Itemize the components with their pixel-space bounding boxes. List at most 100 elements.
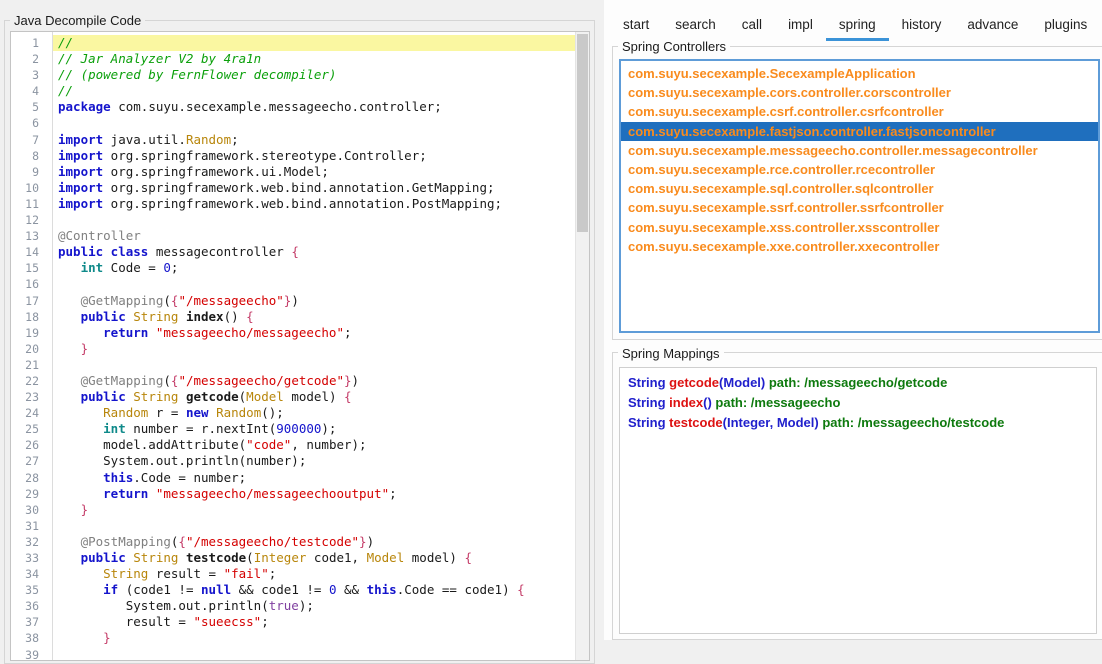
controller-list-item[interactable]: com.suyu.secexample.ssrf.controller.ssrf… [621, 198, 1098, 217]
mapping-list-item[interactable]: String index() path: /messageecho [620, 393, 1096, 413]
line-number: 8 [32, 148, 39, 163]
code-line-text: } [80, 501, 89, 517]
gutter-separator [52, 32, 53, 660]
line-number: 9 [32, 164, 39, 179]
code-line[interactable]: 37 result = "sueecss"; [11, 614, 575, 630]
tab-advance[interactable]: advance [954, 7, 1031, 41]
code-line[interactable]: 13 @Controller [11, 228, 575, 244]
code-line[interactable]: 3 // (powered by FernFlower decompiler) [11, 67, 575, 83]
code-line[interactable]: 12 [11, 212, 575, 228]
code-line[interactable]: 7 import java.util.Random; [11, 132, 575, 148]
line-number: 32 [25, 534, 39, 549]
code-line[interactable]: 15 int Code = 0; [11, 260, 575, 276]
code-line[interactable]: 33 public String testcode(Integer code1,… [11, 550, 575, 566]
code-line-text: int number = r.nextInt(900000); [103, 421, 337, 437]
line-number: 10 [25, 180, 39, 195]
code-line-text: result = "sueecss"; [58, 614, 269, 630]
code-line-text: // Jar Analyzer V2 by 4ra1n [58, 51, 262, 67]
controller-list-item[interactable]: com.suyu.secexample.fastjson.controller.… [621, 121, 1098, 141]
code-line[interactable]: 28 this.Code = number; [11, 470, 575, 486]
editor-vertical-scrollbar[interactable] [575, 32, 589, 660]
code-line[interactable]: 39 [11, 647, 575, 660]
code-line[interactable]: 21 [11, 357, 575, 373]
code-line-text: return "messageecho/messageechooutput"; [103, 485, 397, 501]
code-line-text: package com.suyu.secexample.messageecho.… [58, 99, 442, 115]
code-line[interactable]: 26 model.addAttribute("code", number); [11, 437, 575, 453]
code-line[interactable]: 16 [11, 276, 575, 292]
code-line[interactable]: 10 import org.springframework.web.bind.an… [11, 180, 575, 196]
controller-list-item[interactable]: com.suyu.secexample.rce.controller.rceco… [621, 160, 1098, 179]
controller-list-item[interactable]: com.suyu.secexample.cors.controller.cors… [621, 83, 1098, 102]
controller-list-item[interactable]: com.suyu.secexample.xxe.controller.xxeco… [621, 237, 1098, 256]
line-number: 20 [25, 341, 39, 356]
code-line[interactable]: 19 return "messageecho/messageecho"; [11, 325, 575, 341]
controllers-list[interactable]: com.suyu.secexample.SecexampleApplicatio… [619, 59, 1100, 333]
tab-call[interactable]: call [729, 7, 775, 41]
tab-history[interactable]: history [889, 7, 955, 41]
tab-bar: start search call impl spring history advance p… [608, 0, 1102, 41]
controller-list-item[interactable]: com.suyu.secexample.SecexampleApplicatio… [621, 64, 1098, 83]
line-number: 27 [25, 454, 39, 469]
mappings-group-title: Spring Mappings [618, 346, 724, 361]
code-line-text: System.out.println(true); [58, 598, 314, 614]
mapping-list-item[interactable]: String getcode(Model) path: /messageecho… [620, 373, 1096, 393]
controller-list-item[interactable]: com.suyu.secexample.sql.controller.sqlco… [621, 179, 1098, 198]
code-editor[interactable]: 1 // 2 // Jar Analyzer V2 by 4ra1n 3 // (powe… [10, 31, 590, 661]
code-line-text: @Controller [58, 228, 141, 244]
code-line-text: public String testcode(Integer code1, Mo… [80, 550, 472, 565]
code-line[interactable]: 5 package com.suyu.secexample.messageecho… [11, 99, 575, 115]
bottom-strip [604, 640, 1102, 648]
line-number: 35 [25, 583, 39, 598]
tab-spring[interactable]: spring [825, 7, 889, 41]
code-line[interactable]: 32 @PostMapping({"/messageecho/testcode"… [11, 534, 575, 550]
tab-search[interactable]: search [662, 7, 729, 41]
controller-list-item[interactable]: com.suyu.secexample.messageecho.controll… [621, 141, 1098, 160]
code-line[interactable]: 22 @GetMapping({"/messageecho/getcode"}) [11, 373, 575, 389]
code-line[interactable]: 31 [11, 518, 575, 534]
code-area[interactable]: 1 // 2 // Jar Analyzer V2 by 4ra1n 3 // (powe… [11, 35, 575, 660]
line-number: 16 [25, 277, 39, 292]
scrollbar-thumb[interactable] [577, 34, 588, 232]
controller-list-item[interactable]: com.suyu.secexample.xss.controller.xssco… [621, 218, 1098, 237]
code-line[interactable]: 17 @GetMapping({"/messageecho"}) [11, 293, 575, 309]
code-line-text: import java.util.Random; [58, 131, 239, 147]
code-line[interactable]: 25 int number = r.nextInt(900000); [11, 421, 575, 437]
line-number: 33 [25, 551, 39, 565]
code-line[interactable]: 34 String result = "fail"; [11, 566, 575, 582]
mappings-list[interactable]: String getcode(Model) path: /messageecho… [619, 367, 1097, 634]
code-line[interactable]: 18 public String index() { [11, 309, 575, 325]
code-line[interactable]: 4 // [11, 83, 575, 99]
code-line[interactable]: 29 return "messageecho/messageechooutput… [11, 486, 575, 502]
code-line[interactable]: 11 import org.springframework.web.bind.an… [11, 196, 575, 212]
code-line[interactable]: 38 } [11, 630, 575, 646]
code-line[interactable]: 23 public String getcode(Model model) { [11, 389, 575, 405]
line-number: 6 [32, 116, 39, 131]
line-number: 22 [25, 373, 39, 388]
code-line[interactable]: 1 // [11, 35, 575, 52]
tab-impl[interactable]: impl [775, 7, 826, 41]
tab-plugins[interactable]: plugins [1031, 7, 1100, 41]
tab-start[interactable]: start [610, 7, 662, 41]
line-number: 3 [32, 68, 39, 83]
code-line[interactable]: 8 import org.springframework.stereotype.C… [11, 148, 575, 164]
code-line-text: import org.springframework.ui.Model; [58, 163, 329, 179]
code-line[interactable]: 9 import org.springframework.ui.Model; [11, 164, 575, 180]
code-line-text: @GetMapping({"/messageecho/getcode"}) [80, 372, 360, 388]
code-line[interactable]: 35 if (code1 != null && code1 != 0 && th… [11, 582, 575, 598]
line-number: 17 [25, 293, 39, 308]
code-line[interactable]: 14 public class messagecontroller { [11, 244, 575, 260]
code-line-text: // [52, 35, 575, 52]
code-line[interactable]: 30 } [11, 502, 575, 518]
code-line[interactable]: 20 } [11, 341, 575, 357]
code-line[interactable]: 27 System.out.println(number); [11, 453, 575, 469]
controller-list-item[interactable]: com.suyu.secexample.csrf.controller.csrf… [621, 102, 1098, 121]
code-line-text: public String getcode(Model model) { [80, 389, 352, 405]
code-line[interactable]: 6 [11, 115, 575, 131]
line-number: 15 [25, 261, 39, 276]
mapping-list-item[interactable]: String testcode(Integer, Model) path: /m… [620, 413, 1096, 433]
code-line[interactable]: 36 System.out.println(true); [11, 598, 575, 614]
code-line[interactable]: 2 // Jar Analyzer V2 by 4ra1n [11, 51, 575, 67]
code-line[interactable]: 24 Random r = new Random(); [11, 405, 575, 421]
